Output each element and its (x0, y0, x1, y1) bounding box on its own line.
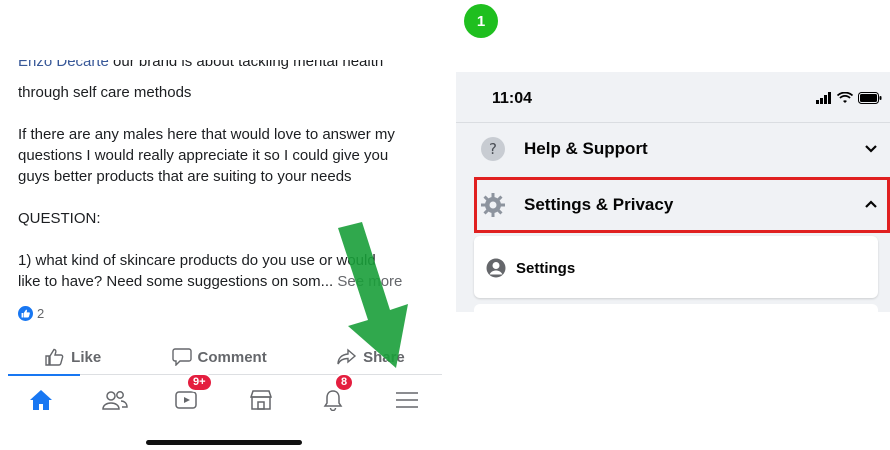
wifi-icon (837, 92, 853, 103)
down-arrow-annotation (338, 222, 408, 368)
user-avatar-icon (486, 258, 506, 278)
post-text-line: If there are any males here that would l… (18, 126, 395, 143)
next-menu-card-partial (474, 304, 878, 318)
help-support-row[interactable]: ? Help & Support (456, 122, 890, 175)
reaction-summary[interactable]: 2 (18, 306, 44, 321)
tab-watch[interactable]: 9+ (172, 373, 213, 415)
like-button[interactable]: Like (45, 348, 101, 366)
svg-text:?: ? (489, 140, 497, 158)
question-mark-icon: ? (481, 137, 505, 161)
home-icon (30, 390, 52, 410)
help-support-label: Help & Support (524, 139, 648, 158)
comment-label: Comment (197, 348, 267, 366)
tab-marketplace[interactable] (246, 385, 276, 415)
post-text-fragment: our brand is about tackling mental healt… (108, 60, 384, 70)
active-tab-indicator (8, 374, 80, 376)
cellular-signal-icon (816, 92, 831, 104)
post-text-line: through self care methods (18, 84, 192, 101)
menu-hamburger-icon (396, 392, 418, 408)
like-reaction-icon (18, 306, 33, 321)
home-indicator (146, 440, 302, 445)
post-text-line: guys better products that are suiting to… (18, 168, 352, 185)
post-question-heading: QUESTION: (18, 210, 101, 227)
like-label: Like (71, 348, 102, 366)
thumbs-up-icon (45, 348, 64, 366)
post-author-link[interactable]: Enzo Decarte (18, 60, 109, 70)
post-text-fragment: like to have? Need some suggestions on s… (18, 273, 334, 290)
watch-video-icon (175, 391, 197, 409)
tab-notifications[interactable]: 8 (318, 373, 355, 415)
tab-friends[interactable] (100, 385, 130, 415)
facebook-menu-panel: 11:04 ? Help & Support Settings & Privac… (456, 72, 890, 318)
friends-icon (102, 391, 128, 410)
notifications-badge: 8 (334, 373, 355, 392)
marketplace-icon (249, 390, 273, 410)
ios-status-bar: 11:04 (456, 72, 890, 124)
highlight-box-annotation (474, 177, 890, 233)
settings-label: Settings (516, 260, 576, 277)
watch-badge: 9+ (186, 373, 213, 392)
chevron-down-icon (865, 145, 877, 153)
tab-menu[interactable] (392, 385, 422, 415)
comment-icon (171, 348, 192, 366)
post-text-line: questions I would really appreciate it s… (18, 147, 389, 164)
settings-item[interactable]: Settings (474, 236, 878, 298)
bell-icon (323, 390, 343, 411)
step-number-badge: 1 (464, 4, 498, 38)
post-text-cut-line: Enzo Decarte our brand is about tackling… (18, 60, 438, 78)
status-time: 11:04 (492, 90, 533, 107)
bottom-tab-bar: 9+ 8 (8, 373, 442, 423)
tab-home[interactable] (26, 385, 56, 415)
status-icons (816, 92, 882, 104)
battery-icon (858, 92, 882, 104)
comment-button[interactable]: Comment (171, 348, 267, 366)
post-paragraph: If there are any males here that would l… (18, 124, 395, 187)
reaction-count: 2 (37, 306, 45, 321)
